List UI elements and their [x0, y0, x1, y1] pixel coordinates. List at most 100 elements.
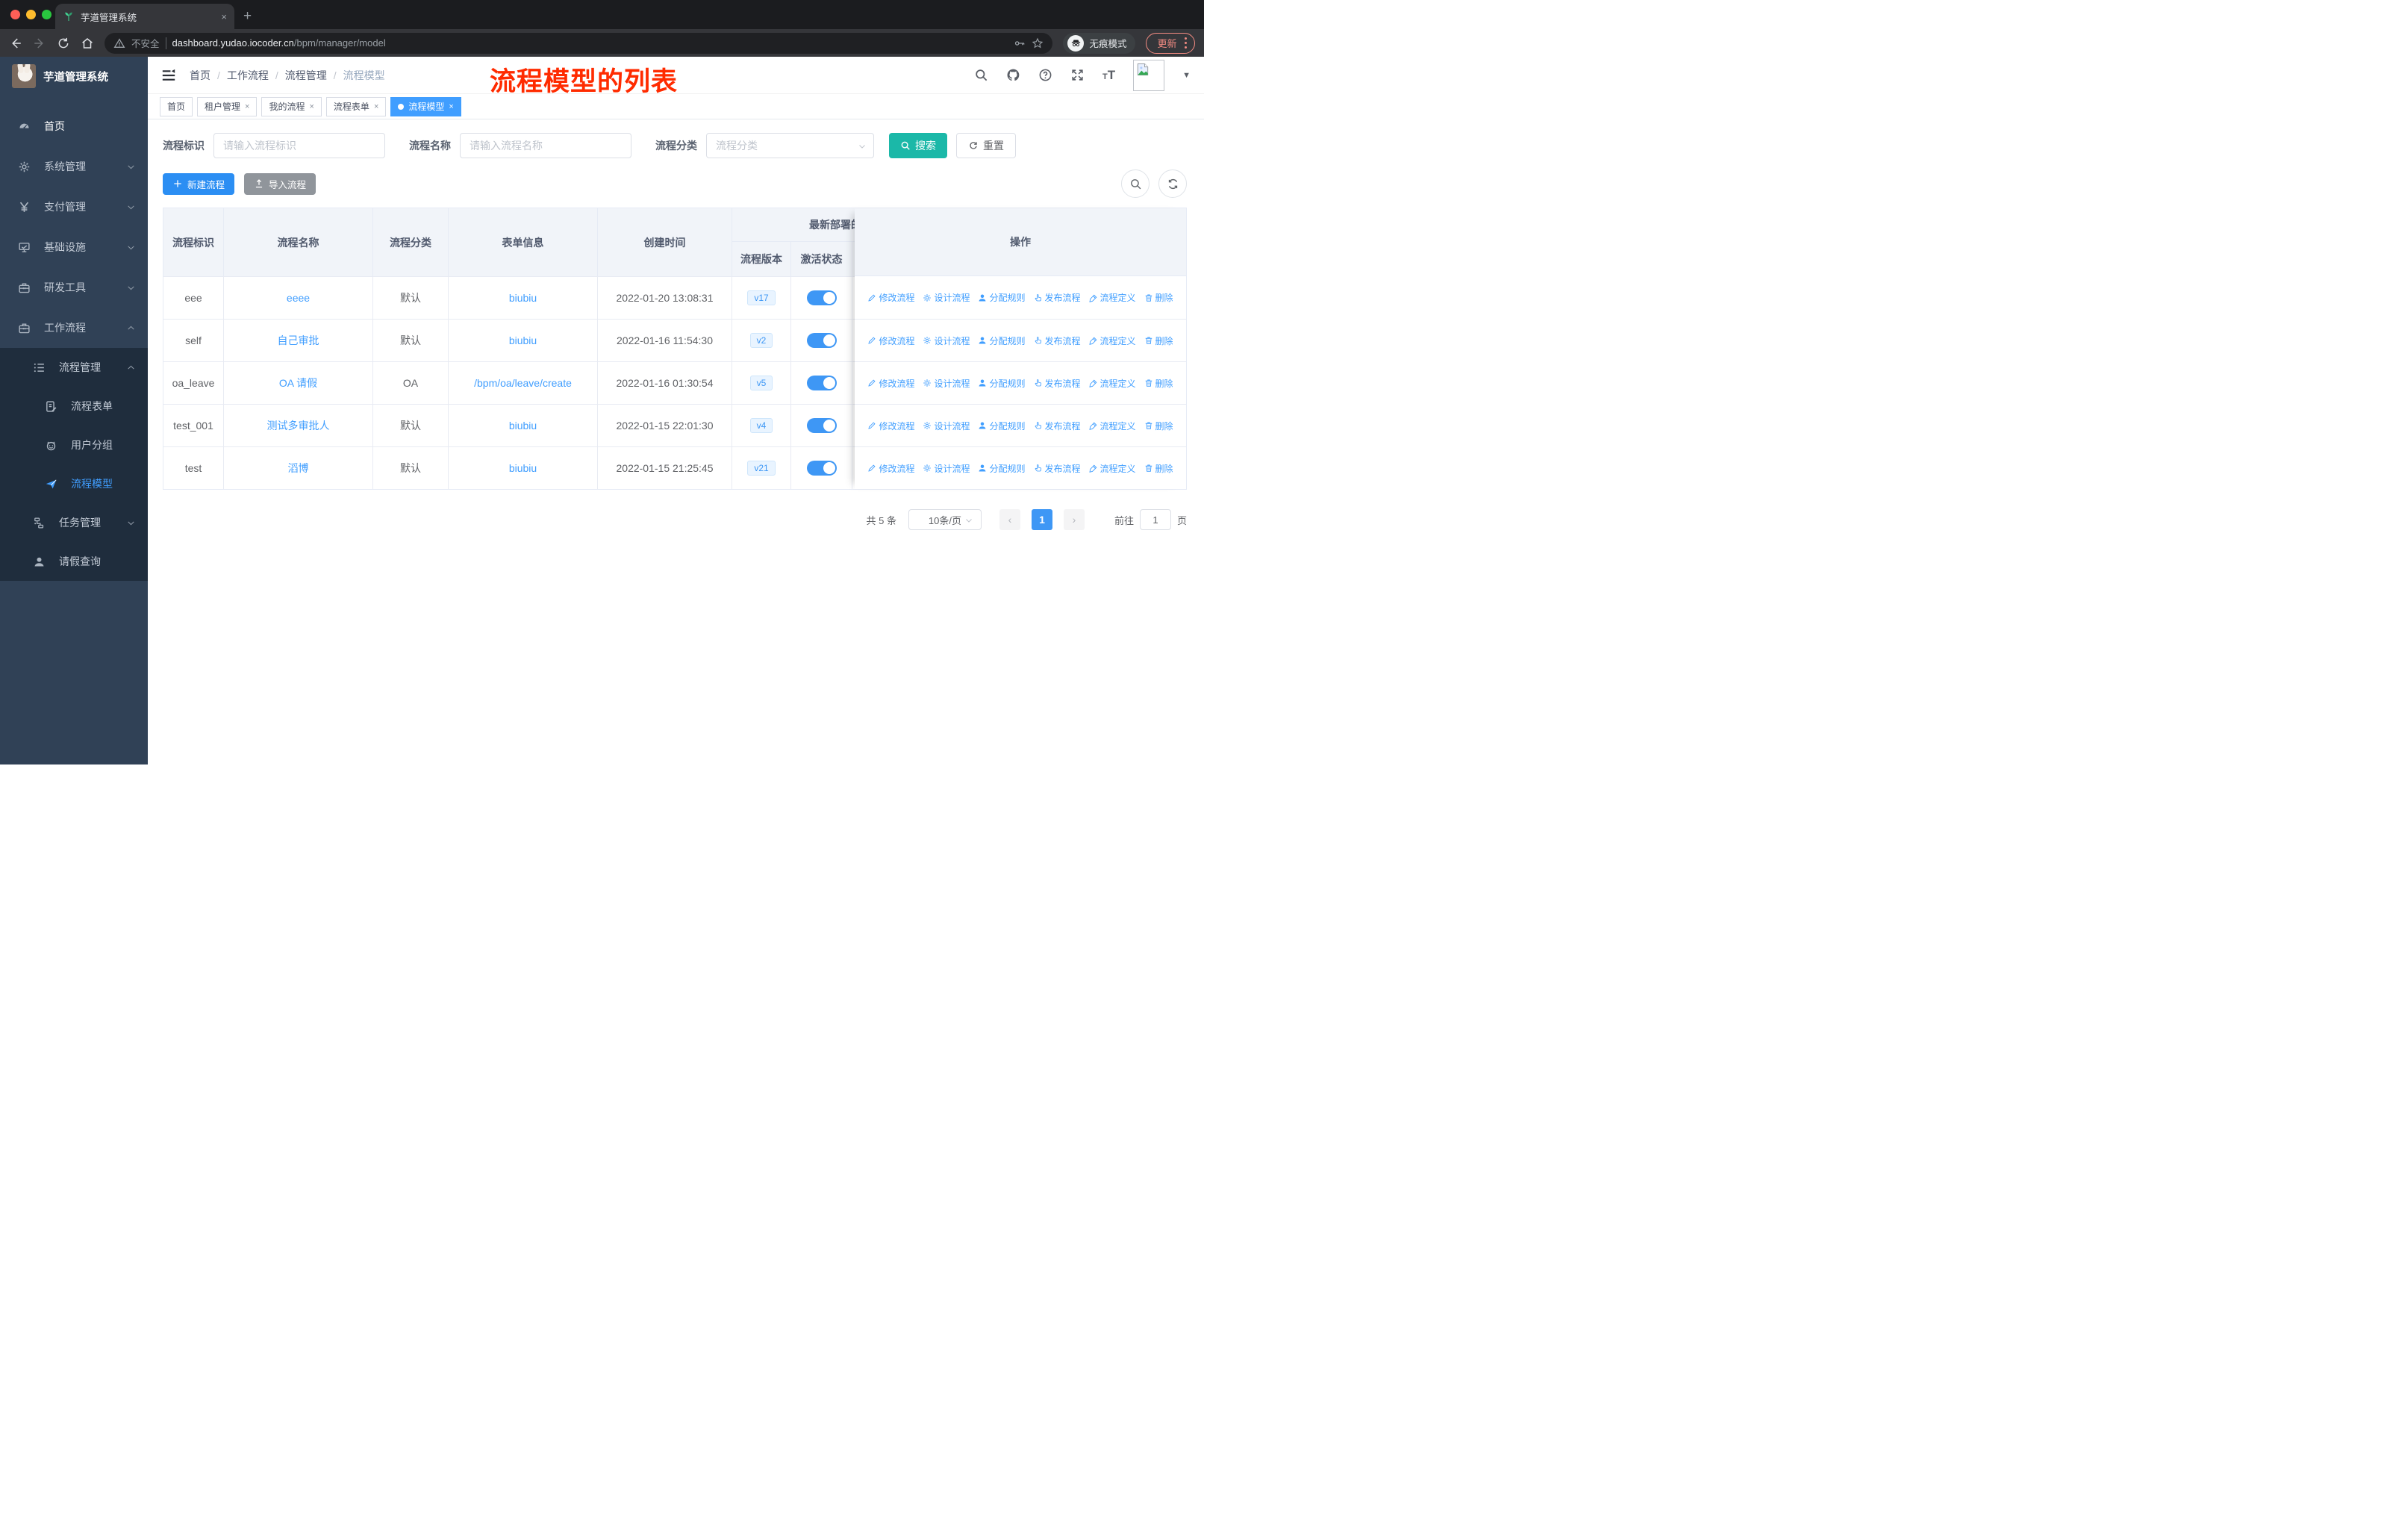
sidebar-item-infra[interactable]: 基础设施 — [0, 227, 148, 267]
new-tab-button[interactable]: + — [243, 8, 252, 25]
browser-update-button[interactable]: 更新 — [1146, 32, 1195, 54]
search-icon[interactable] — [974, 68, 988, 82]
cell-form-link-text[interactable]: /bpm/oa/leave/create — [474, 377, 572, 389]
tab-close-icon[interactable]: × — [221, 11, 227, 22]
fontsize-icon[interactable]: TT — [1102, 69, 1115, 81]
url-bar[interactable]: 不安全 dashboard.yudao.iocoder.cn/bpm/manag… — [105, 32, 1053, 54]
sidebar-item-system[interactable]: 系统管理 — [0, 146, 148, 187]
browser-tab[interactable]: 芋道管理系统 × — [55, 4, 234, 29]
action-删除[interactable]: 删除 — [1144, 334, 1173, 347]
view-tag-0[interactable]: 首页 — [160, 96, 193, 116]
home-icon[interactable] — [81, 37, 94, 50]
sidebar-item-payment[interactable]: 支付管理 — [0, 187, 148, 227]
cell-form-link-text[interactable]: biubiu — [509, 292, 537, 304]
github-icon[interactable] — [1006, 68, 1020, 82]
sidebar-item-leave-query[interactable]: 请假查询 — [0, 542, 148, 581]
search-button[interactable]: 搜索 — [889, 133, 947, 158]
action-流程定义[interactable]: 流程定义 — [1088, 420, 1136, 432]
page-1-button[interactable]: 1 — [1031, 509, 1052, 530]
action-发布流程[interactable]: 发布流程 — [1034, 291, 1081, 304]
import-process-button[interactable]: 导入流程 — [244, 172, 316, 195]
back-icon[interactable] — [9, 37, 22, 50]
cell-name-link-text[interactable]: 测试多审批人 — [267, 418, 330, 433]
zoom-window-button[interactable] — [42, 10, 52, 19]
action-修改流程[interactable]: 修改流程 — [867, 420, 914, 432]
active-toggle[interactable] — [806, 376, 837, 390]
action-设计流程[interactable]: 设计流程 — [923, 462, 970, 475]
sidebar-item-task-mgmt[interactable]: 任务管理 — [0, 503, 148, 542]
page-size-select[interactable]: 10条/页 — [908, 509, 982, 530]
cell-name-link-text[interactable]: 滔博 — [288, 461, 309, 476]
cell-form-link-text[interactable]: biubiu — [509, 462, 537, 474]
action-流程定义[interactable]: 流程定义 — [1088, 291, 1136, 304]
fullscreen-icon[interactable] — [1070, 68, 1085, 82]
sidebar-item-process-mgmt[interactable]: 流程管理 — [0, 348, 148, 387]
tag-close-icon[interactable]: × — [449, 102, 453, 111]
reset-button[interactable]: 重置 — [956, 133, 1016, 158]
tag-close-icon[interactable]: × — [245, 102, 249, 111]
bookmark-star-icon[interactable] — [1032, 37, 1044, 49]
action-流程定义[interactable]: 流程定义 — [1088, 377, 1136, 390]
next-page-button[interactable]: › — [1063, 509, 1085, 530]
active-toggle[interactable] — [806, 461, 837, 476]
prev-page-button[interactable]: ‹ — [999, 509, 1020, 530]
browser-menu-icon[interactable] — [1184, 37, 1187, 49]
cell-form-link-text[interactable]: biubiu — [509, 334, 537, 346]
sidebar-item-home[interactable]: 首页 — [0, 106, 148, 146]
warning-icon[interactable] — [113, 37, 125, 49]
action-分配规则[interactable]: 分配规则 — [978, 334, 1026, 347]
help-icon[interactable] — [1038, 68, 1052, 82]
action-发布流程[interactable]: 发布流程 — [1034, 420, 1081, 432]
sidebar-item-devtools[interactable]: 研发工具 — [0, 267, 148, 308]
action-修改流程[interactable]: 修改流程 — [867, 334, 914, 347]
action-删除[interactable]: 删除 — [1144, 291, 1173, 304]
view-tag-2[interactable]: 我的流程 × — [261, 96, 322, 116]
tag-close-icon[interactable]: × — [309, 102, 314, 111]
action-修改流程[interactable]: 修改流程 — [867, 377, 914, 390]
action-设计流程[interactable]: 设计流程 — [923, 334, 970, 347]
goto-page-input[interactable] — [1139, 509, 1171, 530]
cell-name-link-text[interactable]: OA 请假 — [279, 376, 317, 390]
close-window-button[interactable] — [10, 10, 20, 19]
action-设计流程[interactable]: 设计流程 — [923, 377, 970, 390]
minimize-window-button[interactable] — [26, 10, 36, 19]
action-流程定义[interactable]: 流程定义 — [1088, 462, 1136, 475]
action-发布流程[interactable]: 发布流程 — [1034, 377, 1081, 390]
sidebar-item-process-model[interactable]: 流程模型 — [0, 464, 148, 503]
cell-form-link-text[interactable]: biubiu — [509, 420, 537, 432]
cell-name-link-text[interactable]: 自己审批 — [278, 333, 319, 348]
filter-category-select[interactable] — [706, 133, 874, 158]
action-分配规则[interactable]: 分配规则 — [978, 462, 1026, 475]
breadcrumb-home[interactable]: 首页 — [190, 68, 210, 83]
action-删除[interactable]: 删除 — [1144, 377, 1173, 390]
create-process-button[interactable]: 新建流程 — [163, 172, 235, 195]
sidebar-collapse-icon[interactable] — [161, 69, 176, 82]
action-修改流程[interactable]: 修改流程 — [867, 291, 914, 304]
forward-icon[interactable] — [33, 37, 46, 50]
avatar[interactable] — [1133, 59, 1165, 91]
breadcrumb-process-mgmt[interactable]: 流程管理 — [285, 68, 327, 83]
action-发布流程[interactable]: 发布流程 — [1034, 462, 1081, 475]
cell-name-link-text[interactable]: eeee — [287, 292, 310, 304]
sidebar-item-process-form[interactable]: 流程表单 — [0, 387, 148, 426]
tag-close-icon[interactable]: × — [374, 102, 378, 111]
view-tag-3[interactable]: 流程表单 × — [325, 96, 387, 116]
filter-id-input[interactable] — [213, 133, 385, 158]
action-设计流程[interactable]: 设计流程 — [923, 291, 970, 304]
table-refresh-button[interactable] — [1158, 169, 1187, 198]
filter-name-input[interactable] — [460, 133, 631, 158]
action-发布流程[interactable]: 发布流程 — [1034, 334, 1081, 347]
view-tag-4[interactable]: 流程模型 × — [390, 96, 461, 116]
chevron-down-icon[interactable]: ▼ — [1182, 71, 1191, 80]
view-tag-1[interactable]: 租户管理 × — [197, 96, 258, 116]
reload-icon[interactable] — [57, 37, 70, 50]
sidebar-item-workflow[interactable]: 工作流程 — [0, 308, 148, 348]
action-分配规则[interactable]: 分配规则 — [978, 377, 1026, 390]
sidebar-logo-row[interactable]: 芋道管理系统 — [0, 57, 148, 96]
action-分配规则[interactable]: 分配规则 — [978, 420, 1026, 432]
action-设计流程[interactable]: 设计流程 — [923, 420, 970, 432]
action-修改流程[interactable]: 修改流程 — [867, 462, 914, 475]
active-toggle[interactable] — [806, 290, 837, 305]
action-删除[interactable]: 删除 — [1144, 462, 1173, 475]
action-流程定义[interactable]: 流程定义 — [1088, 334, 1136, 347]
